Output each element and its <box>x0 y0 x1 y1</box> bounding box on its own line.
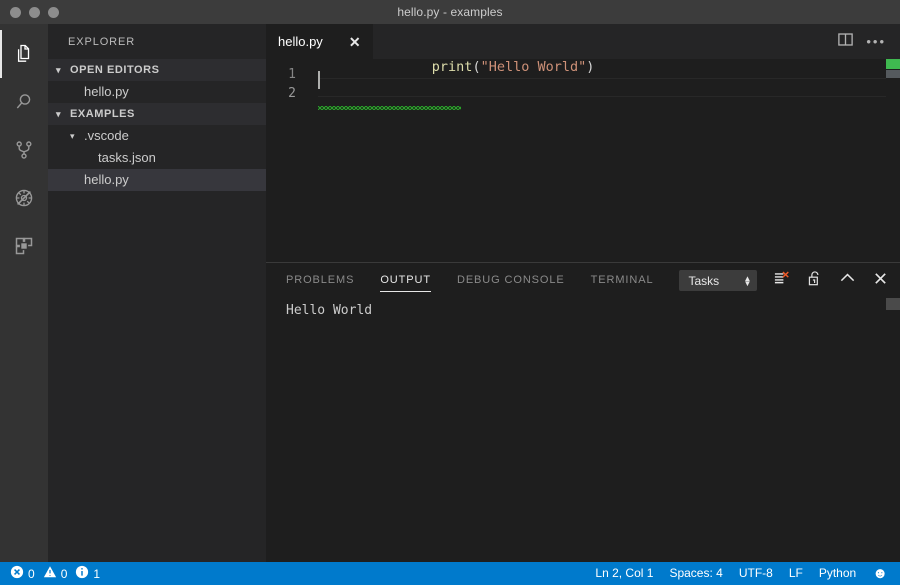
file-item-tasks-json[interactable]: tasks.json <box>48 147 266 169</box>
file-label: tasks.json <box>98 147 156 169</box>
token-function: print <box>432 59 473 75</box>
overview-ruler-marker <box>886 59 900 69</box>
status-bar: 0 0 1 Ln 2, Col 1 Spaces: 4 UTF-8 LF Pyt… <box>0 562 900 585</box>
sidebar-title: EXPLORER <box>48 24 266 59</box>
code-text <box>318 70 432 118</box>
editor-scrollbar[interactable] <box>886 70 900 78</box>
chevron-down-icon: ▾ <box>56 66 70 75</box>
activity-item-explorer[interactable] <box>0 30 48 78</box>
vscode-window: hello.py - examples <box>0 0 900 585</box>
overview-ruler[interactable] <box>886 59 900 262</box>
info-icon <box>75 565 89 582</box>
token-punctuation: ( <box>472 59 480 75</box>
folder-item-vscode[interactable]: ▾ .vscode <box>48 125 266 147</box>
panel-actions <box>773 270 900 292</box>
section-header-examples[interactable]: ▾ EXAMPLES <box>48 103 266 125</box>
debug-icon <box>12 186 36 210</box>
section-label: OPEN EDITORS <box>70 64 160 76</box>
source-control-icon <box>12 138 36 162</box>
file-label: hello.py <box>84 169 129 191</box>
status-cursor-position[interactable]: Ln 2, Col 1 <box>587 562 661 585</box>
error-icon <box>10 565 24 582</box>
code-line-2[interactable]: 2 <box>266 84 900 103</box>
feedback-smiley-icon[interactable]: ☻ <box>864 562 890 585</box>
maximize-panel-icon[interactable] <box>839 271 856 290</box>
activity-item-debug[interactable] <box>0 174 48 222</box>
token-string: "Hello World" <box>481 59 587 75</box>
error-count: 0 <box>28 567 35 581</box>
editor-actions: ••• <box>837 24 900 59</box>
editor-tab-bar: hello.py ✕ ••• <box>266 24 900 59</box>
folder-label: .vscode <box>84 125 129 147</box>
editor-tab-hello-py[interactable]: hello.py ✕ <box>266 24 373 59</box>
code-editor[interactable]: 1 print("Hello World") 2 <box>266 59 900 262</box>
status-bar-right: Ln 2, Col 1 Spaces: 4 UTF-8 LF Python ☻ <box>587 562 900 585</box>
section-header-open-editors[interactable]: ▾ OPEN EDITORS <box>48 59 266 81</box>
window-title: hello.py - examples <box>0 5 900 19</box>
output-channel-value: Tasks <box>688 274 719 288</box>
section-label: EXAMPLES <box>70 108 135 120</box>
panel-tab-output[interactable]: OUTPUT <box>380 271 431 290</box>
panel-scrollbar[interactable] <box>886 298 900 310</box>
panel-tab-debug-console[interactable]: DEBUG CONSOLE <box>457 271 565 290</box>
title-bar: hello.py - examples <box>0 0 900 24</box>
status-problems[interactable]: 0 0 1 <box>10 565 100 582</box>
editor-group: hello.py ✕ ••• <box>266 24 900 562</box>
chevron-down-icon: ▾ <box>70 131 84 142</box>
file-item-hello-py[interactable]: hello.py <box>48 169 266 191</box>
status-indentation[interactable]: Spaces: 4 <box>661 562 730 585</box>
extensions-icon <box>12 234 36 258</box>
panel-tab-terminal[interactable]: TERMINAL <box>591 271 654 290</box>
warning-count: 0 <box>61 567 68 581</box>
more-actions-icon[interactable]: ••• <box>866 35 886 48</box>
token-punctuation: ) <box>586 59 594 75</box>
status-encoding[interactable]: UTF-8 <box>731 562 781 585</box>
search-icon <box>12 90 36 114</box>
lock-icon[interactable] <box>807 270 822 292</box>
chevron-down-icon: ▾ <box>56 110 70 119</box>
open-editor-item-hello-py[interactable]: hello.py <box>48 81 266 103</box>
line-number: 2 <box>266 86 318 101</box>
clear-output-icon[interactable] <box>773 270 790 291</box>
output-view[interactable]: Hello World <box>266 298 900 562</box>
activity-item-source-control[interactable] <box>0 126 48 174</box>
activity-item-extensions[interactable] <box>0 222 48 270</box>
file-label: hello.py <box>84 81 129 103</box>
activity-bar <box>0 24 48 562</box>
smiley-glyph: ☻ <box>872 562 888 585</box>
output-channel-select[interactable]: Tasks ▲▼ <box>679 270 757 291</box>
tab-bar-empty-area <box>373 24 838 59</box>
files-icon <box>12 42 36 66</box>
sidebar-explorer: EXPLORER ▾ OPEN EDITORS hello.py ▾ EXAMP… <box>48 24 266 562</box>
status-bar-left: 0 0 1 <box>0 565 100 582</box>
line-number: 1 <box>266 67 318 82</box>
sidebar-empty-area <box>48 191 266 562</box>
close-panel-icon[interactable] <box>873 271 888 291</box>
activity-item-search[interactable] <box>0 78 48 126</box>
text-cursor <box>318 71 320 89</box>
bottom-panel: PROBLEMS OUTPUT DEBUG CONSOLE TERMINAL T… <box>266 262 900 562</box>
status-language-mode[interactable]: Python <box>811 562 864 585</box>
code-content[interactable]: 1 print("Hello World") 2 <box>266 65 900 103</box>
info-count: 1 <box>93 567 100 581</box>
chevron-updown-icon: ▲▼ <box>744 276 752 286</box>
close-icon[interactable]: ✕ <box>349 35 361 49</box>
split-editor-icon[interactable] <box>837 31 854 53</box>
panel-header: PROBLEMS OUTPUT DEBUG CONSOLE TERMINAL T… <box>266 263 900 298</box>
tab-label: hello.py <box>278 34 323 49</box>
output-line: Hello World <box>286 303 372 318</box>
warning-icon <box>43 565 57 582</box>
panel-tab-problems[interactable]: PROBLEMS <box>286 271 354 290</box>
status-eol[interactable]: LF <box>781 562 811 585</box>
workbench-body: EXPLORER ▾ OPEN EDITORS hello.py ▾ EXAMP… <box>0 24 900 562</box>
